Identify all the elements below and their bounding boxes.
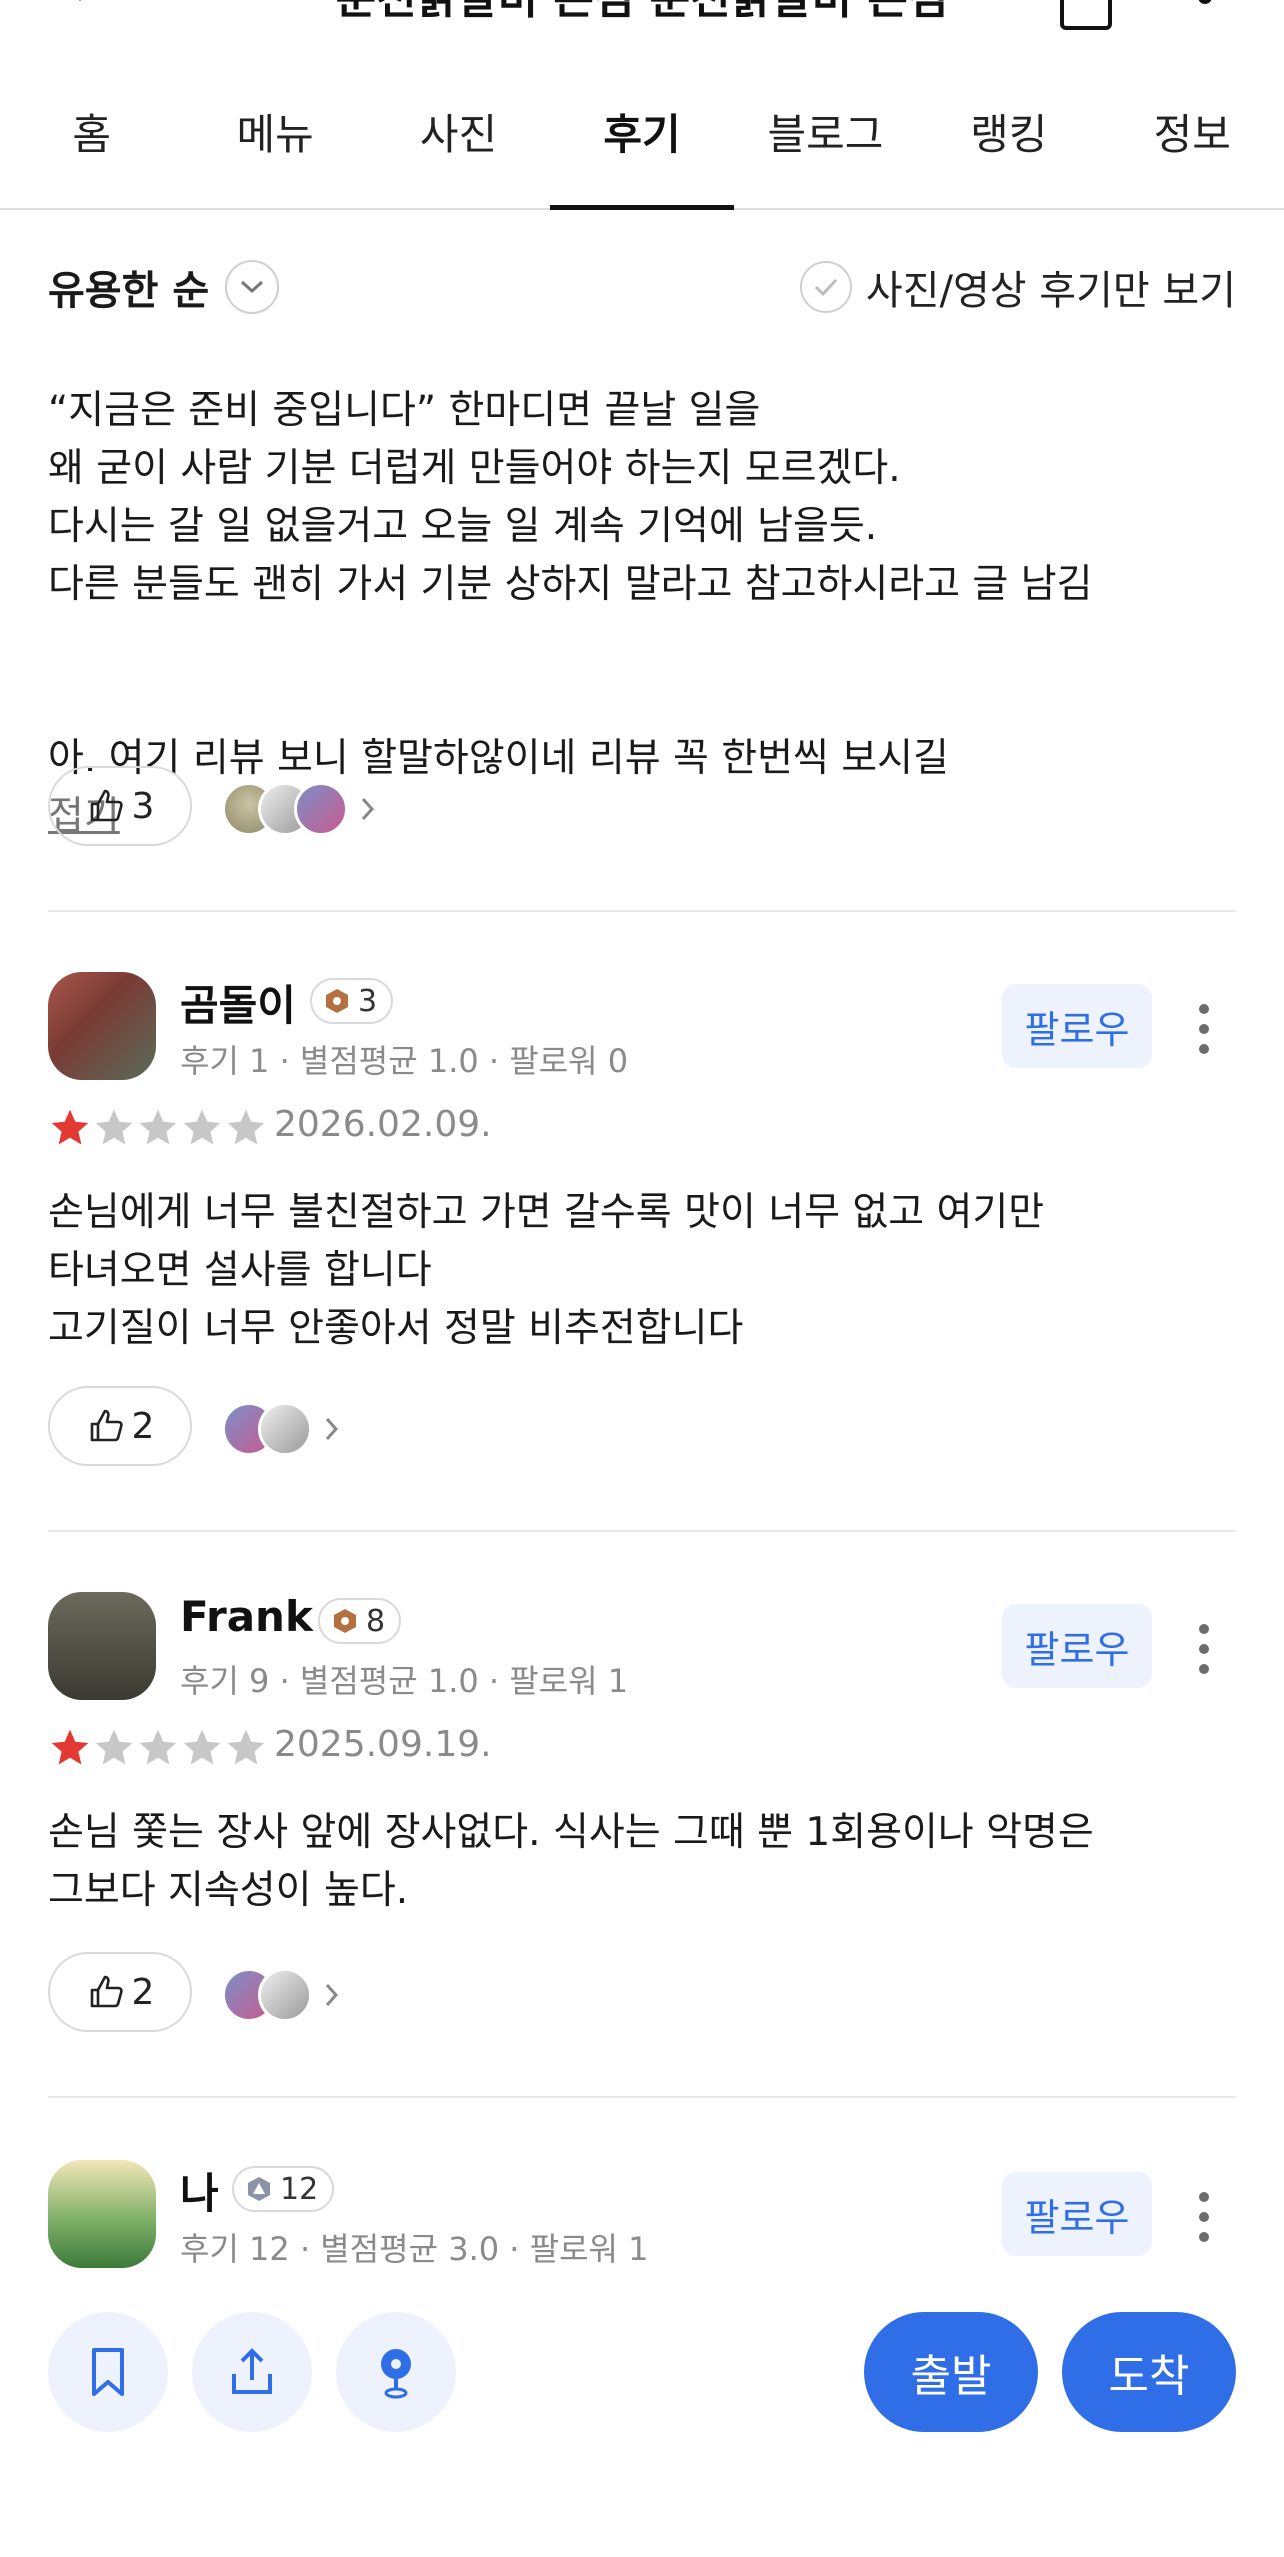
- divider: [48, 910, 1236, 912]
- star-icon: [183, 1109, 221, 1145]
- sort-label: 유용한 순: [48, 268, 210, 314]
- share-icon: [232, 2348, 272, 2394]
- star-icon: [139, 1109, 177, 1145]
- star-icon: [51, 1729, 89, 1765]
- more-options-icon[interactable]: [1196, 1624, 1212, 1674]
- star-icon: [51, 1109, 89, 1145]
- star-rating: [48, 1106, 268, 1150]
- tab-menu[interactable]: 메뉴: [183, 80, 366, 208]
- divider: [48, 2096, 1236, 2098]
- sort-bar: 유용한 순 사진/영상 후기만 보기: [0, 210, 1284, 360]
- level-badge: 8: [318, 1598, 402, 1644]
- review-date: 2026.02.09.: [274, 1104, 492, 1145]
- reviewer-name[interactable]: 곰돌이: [180, 972, 296, 1033]
- star-icon: [227, 1729, 265, 1765]
- level-number: 12: [280, 2171, 319, 2207]
- level-number: 3: [358, 983, 378, 1019]
- reviewer-stats: 후기 9 · 별점평균 1.0 · 팔로워 1: [180, 1662, 629, 1700]
- level-badge: 12: [232, 2166, 335, 2212]
- level-hex-icon: [334, 1609, 356, 1633]
- tab-reviews[interactable]: 후기: [550, 80, 735, 210]
- tab-photos[interactable]: 사진: [367, 80, 550, 208]
- review-text: 손님에게 너무 불친절하고 가면 갈수록 맛이 너무 없고 여기만 타녀오면 설…: [48, 1190, 1045, 1351]
- like-button[interactable]: 2: [48, 1952, 192, 2032]
- bottom-action-bar: 출발 도착: [0, 2280, 1284, 2557]
- thumbs-up-icon: [90, 1975, 123, 2008]
- review-text: 손님 쫓는 장사 앞에 장사없다. 식사는 그때 뿐 1회용이나 악명은 그보다…: [48, 1810, 1094, 1913]
- map-pin-icon: [381, 2349, 411, 2399]
- sort-dropdown[interactable]: 유용한 순: [48, 258, 280, 316]
- chevron-right-icon: [361, 797, 375, 821]
- follow-button[interactable]: 팔로우: [1002, 2172, 1152, 2256]
- star-rating: [48, 1726, 268, 1770]
- liker-avatars[interactable]: [222, 1968, 342, 2022]
- reviewer-stats: 후기 1 · 별점평균 1.0 · 팔로워 0: [180, 1042, 629, 1080]
- liker-avatars[interactable]: [222, 782, 378, 836]
- level-badge: 3: [310, 978, 394, 1024]
- tab-info[interactable]: 정보: [1101, 80, 1284, 208]
- thumbs-up-icon: [90, 789, 123, 822]
- follow-button[interactable]: 팔로우: [1002, 1604, 1152, 1688]
- chevron-right-icon: [325, 1417, 339, 1441]
- level-triangle-icon: [248, 2177, 270, 2201]
- review-text: “지금은 준비 중입니다” 한마디면 끝날 일을 왜 굳이 사람 기분 더럽게 …: [48, 388, 1093, 607]
- depart-button[interactable]: 출발: [864, 2312, 1038, 2432]
- bookmark-button[interactable]: [48, 2312, 168, 2432]
- share-button[interactable]: [192, 2312, 312, 2432]
- tab-ranking[interactable]: 랭킹: [917, 80, 1100, 208]
- tab-blog[interactable]: 블로그: [734, 80, 917, 208]
- reviewer-stats: 후기 12 · 별점평균 3.0 · 팔로워 1: [180, 2230, 649, 2268]
- star-icon: [95, 1729, 133, 1765]
- tab-bar: 홈 메뉴 사진 후기 블로그 랭킹 정보: [0, 80, 1284, 210]
- level-number: 8: [366, 1603, 386, 1639]
- star-icon: [227, 1109, 265, 1145]
- star-icon: [139, 1729, 177, 1765]
- like-button[interactable]: 2: [48, 1386, 192, 1466]
- star-icon: [95, 1109, 133, 1145]
- liker-avatars[interactable]: [222, 1402, 342, 1456]
- chevron-down-icon: [225, 260, 280, 314]
- review-date: 2025.09.19.: [274, 1724, 492, 1765]
- arrive-button[interactable]: 도착: [1062, 2312, 1236, 2432]
- like-count: 3: [131, 785, 155, 827]
- thumbs-up-icon: [90, 1409, 123, 1442]
- avatar[interactable]: [48, 972, 156, 1080]
- liker-avatar: [258, 1968, 312, 2022]
- like-count: 2: [131, 1405, 155, 1447]
- tab-home[interactable]: 홈: [0, 80, 183, 208]
- follow-button[interactable]: 팔로우: [1002, 984, 1152, 1068]
- photo-filter-toggle[interactable]: 사진/영상 후기만 보기: [799, 258, 1236, 316]
- like-count: 2: [131, 1971, 155, 2013]
- more-options-icon[interactable]: [1196, 2192, 1212, 2242]
- avatar[interactable]: [48, 1592, 156, 1700]
- liker-avatar: [294, 782, 348, 836]
- level-hex-icon: [326, 989, 348, 1013]
- chevron-right-icon: [325, 1983, 339, 2007]
- check-icon: [799, 261, 852, 313]
- reviewer-name[interactable]: Frank: [180, 1592, 313, 1641]
- location-button[interactable]: [336, 2312, 456, 2432]
- reviewer-name[interactable]: 나: [180, 2160, 219, 2221]
- divider: [48, 1530, 1236, 1532]
- share-box-icon[interactable]: [1058, 0, 1114, 36]
- liker-avatar: [258, 1402, 312, 1456]
- top-bar: 춘천닭갈비 본점 춘천닭갈비 본점: [0, 0, 1284, 40]
- avatar[interactable]: [48, 2160, 156, 2268]
- bookmark-icon: [92, 2348, 124, 2396]
- review-text-extra-line: 아. 여기 리뷰 보니 할말하않이네 리뷰 꼭 한번씩 보시길: [48, 736, 949, 781]
- filter-label: 사진/영상 후기만 보기: [865, 268, 1236, 314]
- star-icon: [183, 1729, 221, 1765]
- more-options-icon[interactable]: [1196, 1004, 1212, 1054]
- like-button[interactable]: 3: [48, 766, 192, 846]
